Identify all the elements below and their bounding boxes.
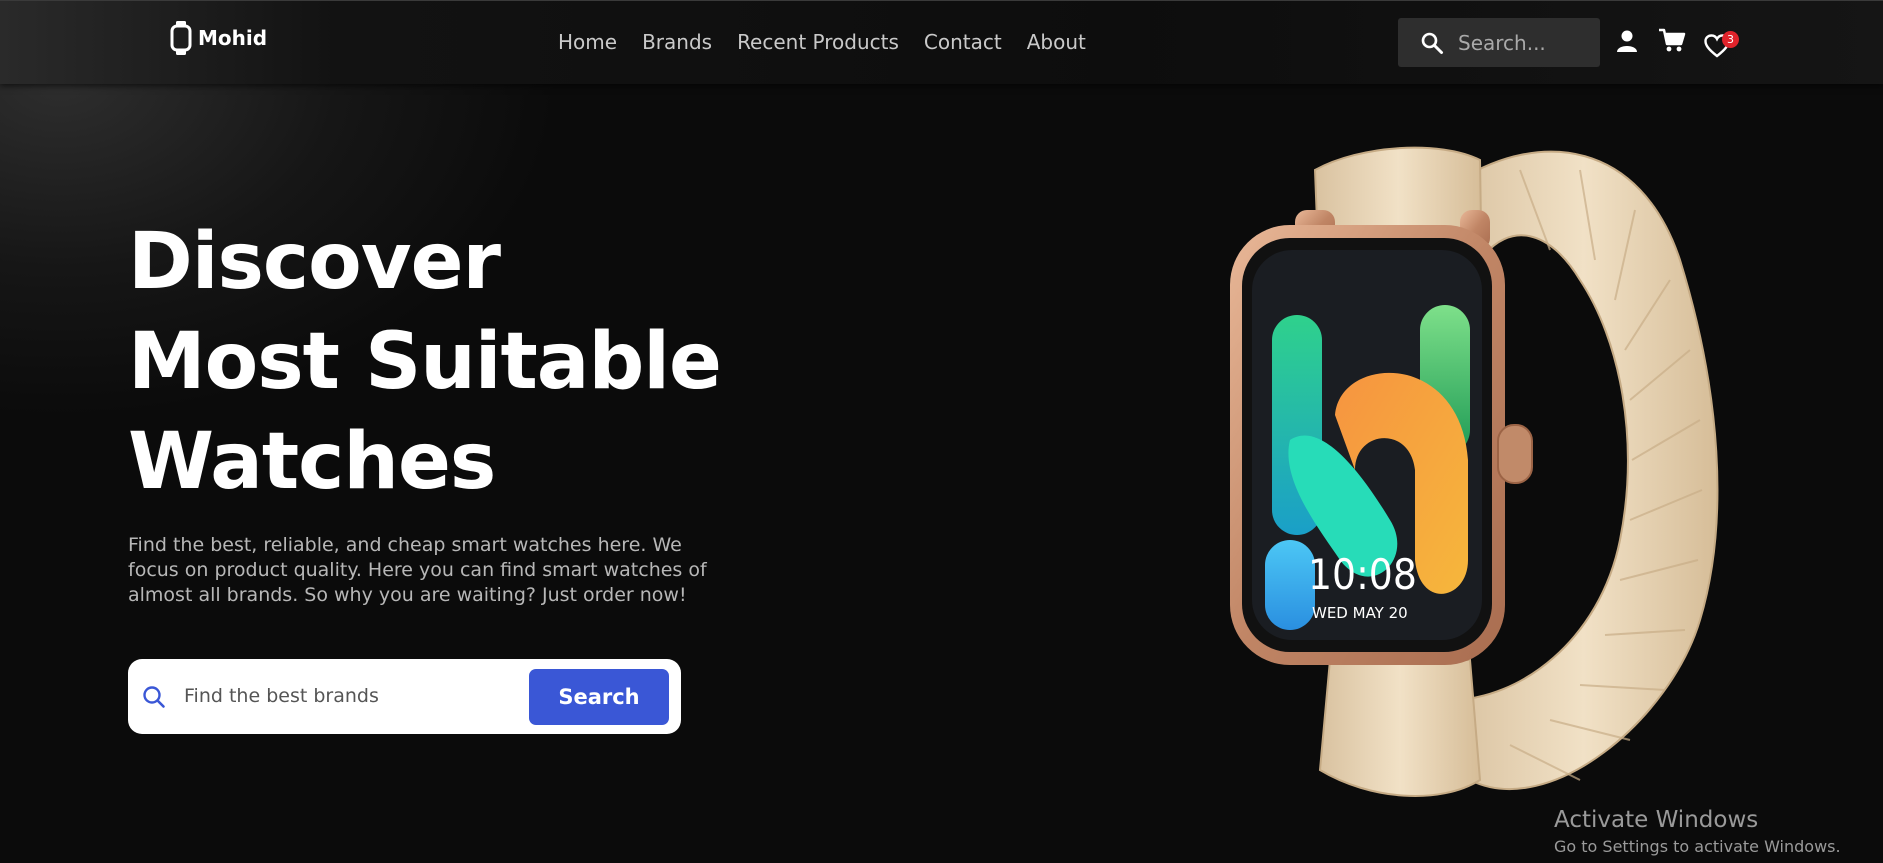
nav-link-contact[interactable]: Contact (924, 30, 1002, 54)
hero-title-line-1: Discover (128, 217, 501, 307)
hero-search-input[interactable] (184, 679, 484, 713)
nav-search-input[interactable] (1458, 30, 1588, 55)
nav-search[interactable] (1398, 18, 1600, 67)
smartwatch-product-image: 10:08 WED MAY 20 (1230, 146, 1719, 798)
nav-link-about[interactable]: About (1027, 30, 1086, 54)
watch-date: WED MAY 20 (1312, 604, 1408, 622)
brand-name: Mohid (198, 26, 268, 50)
search-icon (143, 686, 165, 708)
hero-title: Discover Most Suitable Watches (128, 212, 748, 512)
nav-link-home[interactable]: Home (558, 30, 617, 54)
watch-time: 10:08 (1308, 550, 1417, 599)
hero-title-line-3: Watches (128, 417, 496, 507)
cart-icon[interactable] (1658, 27, 1686, 53)
hero-search[interactable]: Search (128, 659, 681, 734)
nav-link-recent-products[interactable]: Recent Products (737, 30, 899, 54)
user-icon[interactable] (1616, 29, 1638, 53)
smartwatch-icon (170, 21, 192, 55)
activate-windows-title: Activate Windows (1554, 807, 1759, 833)
search-button[interactable]: Search (529, 669, 669, 725)
hero-title-line-2: Most Suitable (128, 317, 722, 407)
activate-windows-subtitle: Go to Settings to activate Windows. (1554, 837, 1841, 856)
navbar: Mohid Home Brands Recent Products Contac… (0, 0, 1883, 84)
hero-description: Find the best, reliable, and cheap smart… (128, 534, 707, 606)
wishlist-badge: 3 (1722, 31, 1739, 48)
nav-links: Home Brands Recent Products Contact Abou… (558, 30, 1086, 54)
brand[interactable]: Mohid (170, 21, 267, 55)
activate-windows-watermark: Activate Windows Go to Settings to activ… (1554, 807, 1841, 856)
nav-link-brands[interactable]: Brands (642, 30, 712, 54)
search-icon (1421, 32, 1443, 54)
